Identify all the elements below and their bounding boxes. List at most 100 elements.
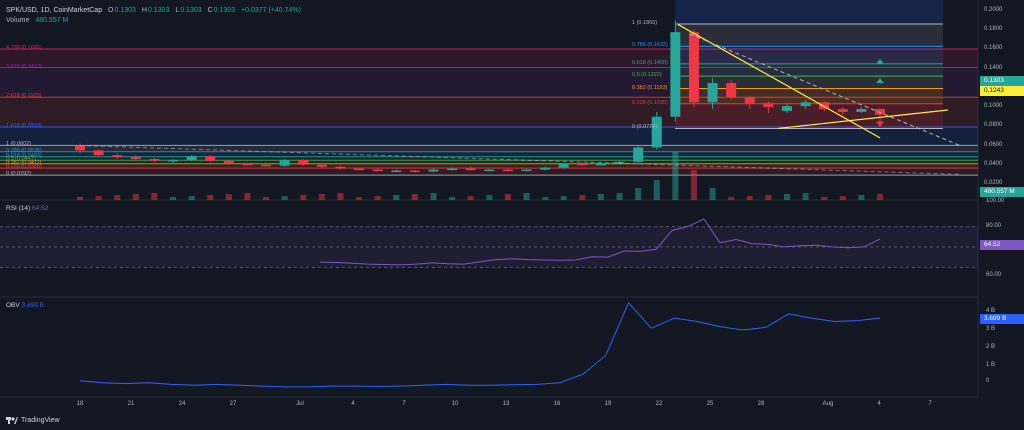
candle-body [726,83,737,98]
candle-body [428,169,439,172]
candle-body [577,163,588,166]
time-axis-label: 18 [76,401,84,407]
volume-bar [356,197,363,200]
fib-extension-label: 0.236 (0.0365) [6,164,42,171]
open-label: O [108,7,114,14]
fib-extension-label: 1.618 (0.0793) [6,123,42,129]
volume-bar [783,194,790,200]
rsi-value: 64.52 [32,205,49,212]
volume-tag: 480.557 M [980,187,1024,197]
fib-retracement-label: 0.236 (0.1035) [632,99,668,106]
fib-extension-band [0,151,978,157]
volume-bar [225,194,232,200]
level-price-value: 0.1243 [984,87,1004,94]
candle-body [670,32,681,117]
time-axis-label: 25 [706,401,714,407]
candle-body [447,168,458,171]
candle-body [595,163,606,166]
rsi-legend: RSI (14) 64.52 [6,205,48,213]
candle-body [279,159,290,166]
price-axis-label: 0.1800 [984,26,1003,33]
high-value: 0.1303 [147,7,170,14]
volume-bar [393,195,400,200]
fib-retracement-label: 0 (0.0778) [632,124,658,131]
rsi-title[interactable]: RSI (14) [6,205,30,212]
candle-body [372,169,383,172]
candle-body [168,159,179,162]
volume-bar [151,193,158,200]
obv-line [79,301,881,388]
fib-retracement-band [675,23,943,47]
candle-body [335,166,346,169]
volume-bar [318,194,325,200]
fib-extension-label: 2.618 (0.1103) [6,93,42,100]
candle-body [521,169,532,172]
rsi-tag-value: 64.52 [984,241,1001,248]
volume-bar [728,197,735,200]
price-chart[interactable] [0,0,1024,430]
volume-label[interactable]: Volume [6,17,29,24]
volume-bar [746,196,753,200]
time-axis-label: 24 [178,401,186,407]
candle-body [781,106,792,111]
candle-body [707,83,718,103]
fib-retracement-band [675,46,943,64]
candle-body [744,97,755,104]
obv-axis-1b: 1 B [986,362,996,368]
candle-body [540,167,551,170]
price-axis-label: 0.0200 [984,180,1003,186]
tradingview-logo[interactable]: TradingView [6,416,60,424]
time-axis-label: 7 [928,401,932,407]
symbol-legend: SPK/USD, 1D, CoinMarketCap O0.1303 H0.13… [6,6,305,15]
candle-body [112,155,123,158]
candle-body [316,164,327,167]
volume-bar [449,197,456,200]
close-label: C [207,7,213,14]
candle-body [261,164,272,167]
volume-bar [95,196,102,200]
time-axis-label: Jul [296,401,304,407]
time-axis-label: 4 [351,401,355,407]
volume-bar [263,197,270,200]
candle-body [837,109,848,112]
volume-bar [114,195,121,200]
volume-bar [579,195,586,200]
fib-retracement-label: 0.618 (0.1450) [632,59,668,66]
candle-body [409,170,420,173]
fib-extension-band [0,145,978,152]
obv-title[interactable]: OBV [6,302,20,309]
volume-bar [374,196,381,200]
volume-bar [430,193,437,200]
fib-retracement-band [675,63,943,77]
candle-body [763,103,774,108]
symbol-title[interactable]: SPK/USD, 1D, CoinMarketCap [6,7,102,14]
tradingview-icon [6,417,18,424]
time-axis-label: 19 [604,401,612,407]
fib-retracement-label: 0.786 (0.1632) [632,42,668,49]
time-axis-label: 28 [757,401,765,407]
volume-bar [504,194,511,200]
time-axis-label: 16 [553,401,561,407]
time-axis-label: 27 [229,401,237,407]
rsi-axis-60: 60.00 [986,272,1002,278]
price-axis-label: 0.1400 [984,64,1003,71]
volume-bar [616,193,623,200]
volume-bar [244,193,251,200]
time-axis-label: Aug [822,401,834,407]
candle-body [465,168,476,171]
fib-retracement-label: 0.5 (0.1322) [632,72,662,79]
fib-retracement-label: 1 (0.1865) [632,19,658,26]
volume-bar [821,197,828,200]
volume-bar [523,193,530,200]
volume-bar [486,195,493,200]
volume-bar [281,196,288,200]
volume-bar [467,196,474,200]
open-value: 0.1303 [114,7,136,14]
price-axis-label: 0.1600 [984,45,1003,52]
volume-value: 480.557 M [35,17,69,24]
volume-bar [597,194,604,200]
volume-bar [672,152,679,200]
close-value: 0.1303 [213,7,236,14]
candle-body [633,147,644,162]
volume-bar [188,196,195,200]
